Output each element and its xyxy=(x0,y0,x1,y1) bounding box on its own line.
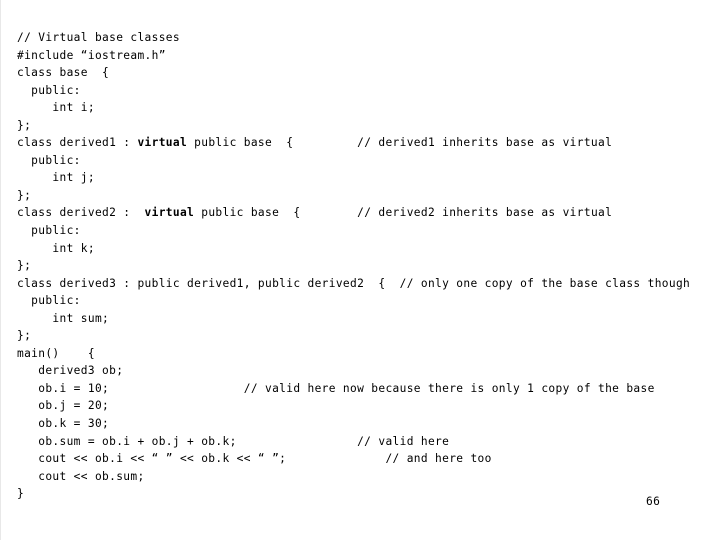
code-segment: public base { // derived1 inherits base … xyxy=(187,136,613,150)
code-line: ob.i = 10; // valid here now because the… xyxy=(17,381,655,395)
code-line: derived3 ob; xyxy=(17,364,124,378)
keyword-virtual: virtual xyxy=(144,206,195,220)
code-segment: public base { // derived2 inherits base … xyxy=(194,206,613,220)
code-line: ob.k = 30; xyxy=(17,417,110,431)
code-line: class derived2 : virtual public base { /… xyxy=(17,204,690,222)
code-line: int sum; xyxy=(17,311,110,325)
code-line: // Virtual base classes xyxy=(17,31,180,44)
code-line: class base { xyxy=(17,66,110,80)
code-line: ob.sum = ob.i + ob.j + ob.k; // valid he… xyxy=(17,434,450,448)
code-listing: // Virtual base classes #include “iostrea… xyxy=(17,29,690,503)
code-line: class derived3 : public derived1, public… xyxy=(17,276,691,290)
code-line: cout << ob.i << “ ” << ob.k << “ ”; // a… xyxy=(17,452,492,466)
code-segment: class derived1 : xyxy=(17,136,138,150)
slide-canvas: // Virtual base classes #include “iostrea… xyxy=(0,0,720,540)
code-line: }; xyxy=(17,188,32,202)
code-line: class derived1 : virtual public base { /… xyxy=(17,134,690,152)
code-line: ob.j = 20; xyxy=(17,399,110,413)
code-line: }; xyxy=(17,329,32,343)
code-line: #include “iostream.h” xyxy=(17,48,166,62)
code-line: main() { xyxy=(17,346,95,360)
code-line: } xyxy=(17,487,25,501)
code-line: cout << ob.sum; xyxy=(17,469,145,483)
code-line: }; xyxy=(17,259,32,273)
code-line: int j; xyxy=(17,171,95,185)
code-line: public: xyxy=(17,224,81,238)
keyword-virtual: virtual xyxy=(137,136,188,150)
code-line: public: xyxy=(17,153,81,167)
code-line: public: xyxy=(17,83,81,97)
code-line: int i; xyxy=(17,101,95,115)
code-line: }; xyxy=(17,118,32,132)
code-line: int k; xyxy=(17,241,95,255)
page-number: 66 xyxy=(646,495,661,508)
code-segment: class derived2 : xyxy=(17,206,145,220)
code-line: public: xyxy=(17,294,81,308)
